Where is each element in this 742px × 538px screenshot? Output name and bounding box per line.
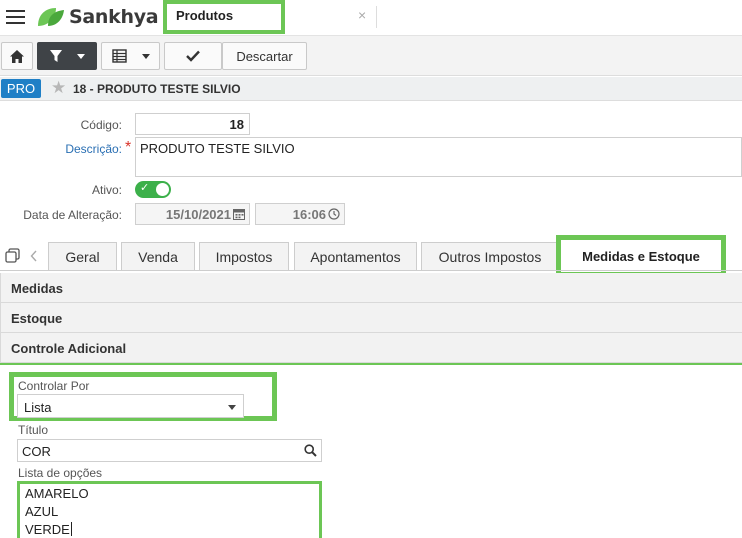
required-mark: * bbox=[125, 139, 132, 156]
discard-label: Descartar bbox=[236, 48, 293, 64]
lista-opcoes-textarea[interactable]: AMARELO AZUL VERDE bbox=[17, 481, 322, 538]
tab-impostos[interactable]: Impostos bbox=[199, 242, 289, 271]
star-icon[interactable]: ★ bbox=[51, 78, 66, 98]
section-controle-adicional[interactable]: Controle Adicional bbox=[0, 333, 742, 363]
section-active-underline bbox=[0, 363, 742, 365]
text-cursor bbox=[70, 522, 72, 536]
tabs-divider bbox=[0, 270, 742, 271]
codigo-value: 18 bbox=[229, 117, 244, 132]
toolbar: Descartar bbox=[0, 36, 742, 76]
codigo-field[interactable]: 18 bbox=[135, 113, 250, 135]
calendar-icon bbox=[233, 209, 245, 220]
ativo-toggle[interactable]: ✓ bbox=[135, 181, 171, 198]
controlar-por-select[interactable]: Lista bbox=[17, 394, 244, 418]
check-icon: ✓ bbox=[140, 182, 150, 194]
copy-icon[interactable] bbox=[5, 248, 20, 263]
descricao-value: PRODUTO TESTE SILVIO bbox=[140, 141, 295, 156]
lista-opcoes-label: Lista de opções bbox=[18, 466, 103, 480]
descricao-field[interactable]: PRODUTO TESTE SILVIO bbox=[135, 137, 742, 177]
section-medidas[interactable]: Medidas bbox=[0, 273, 742, 303]
check-icon bbox=[186, 50, 200, 62]
tab-geral[interactable]: Geral bbox=[48, 242, 117, 271]
discard-button[interactable]: Descartar bbox=[222, 42, 307, 70]
record-title: 18 - PRODUTO TESTE SILVIO bbox=[73, 82, 241, 96]
window-tab-title[interactable]: Produtos bbox=[176, 8, 233, 23]
grid-icon bbox=[111, 49, 127, 63]
home-button[interactable] bbox=[1, 42, 33, 70]
section-estoque[interactable]: Estoque bbox=[0, 303, 742, 333]
section-title: Estoque bbox=[11, 311, 63, 326]
logo-text: Sankhya bbox=[69, 6, 159, 28]
ativo-label: Ativo: bbox=[91, 183, 122, 197]
time-value: 16:06 bbox=[292, 207, 326, 222]
chevron-down-icon bbox=[228, 405, 236, 410]
list-item-with-cursor: VERDE bbox=[25, 522, 72, 537]
logo: Sankhya bbox=[36, 5, 159, 29]
tab-venda[interactable]: Venda bbox=[121, 242, 195, 271]
clock-icon bbox=[328, 208, 340, 220]
search-icon[interactable] bbox=[304, 444, 317, 457]
section-title: Medidas bbox=[11, 281, 64, 296]
titulo-value: COR bbox=[22, 444, 51, 459]
list-item: VERDE bbox=[25, 522, 70, 537]
top-bar: Sankhya Produtos × bbox=[0, 0, 742, 36]
filter-button[interactable] bbox=[37, 42, 97, 70]
toggle-knob bbox=[156, 183, 169, 196]
data-alteracao-time-field: 16:06 bbox=[255, 203, 345, 225]
record-type-badge: PRO bbox=[1, 79, 41, 98]
tab-outros-impostos[interactable]: Outros Impostos bbox=[421, 242, 559, 271]
controlar-por-label: Controlar Por bbox=[18, 379, 90, 393]
date-value: 15/10/2021 bbox=[165, 207, 231, 222]
codigo-label: Código: bbox=[80, 118, 122, 132]
home-icon bbox=[10, 49, 24, 63]
grid-view-button[interactable] bbox=[101, 42, 160, 70]
sankhya-leaf-icon bbox=[38, 8, 64, 26]
menu-icon[interactable] bbox=[6, 10, 25, 24]
close-icon[interactable]: × bbox=[358, 7, 366, 23]
data-alteracao-label: Data de Alteração: bbox=[23, 208, 122, 222]
data-alteracao-date-field: 15/10/2021 bbox=[135, 203, 250, 225]
list-item: AMARELO bbox=[25, 486, 89, 501]
list-item: AZUL bbox=[25, 504, 59, 519]
controlar-por-value: Lista bbox=[24, 400, 52, 415]
chevron-down-icon[interactable] bbox=[141, 53, 150, 59]
titulo-field[interactable]: COR bbox=[17, 439, 322, 462]
tab-separator bbox=[376, 6, 377, 28]
save-button[interactable] bbox=[164, 42, 222, 70]
titulo-label: Título bbox=[18, 423, 49, 437]
chevron-left-icon[interactable] bbox=[30, 250, 38, 262]
section-title: Controle Adicional bbox=[11, 341, 127, 356]
tab-apontamentos[interactable]: Apontamentos bbox=[294, 242, 417, 271]
descricao-label: Descrição: bbox=[65, 142, 122, 156]
filter-icon bbox=[50, 49, 62, 62]
form-tabs: Geral Venda Impostos Apontamentos Outros… bbox=[0, 235, 742, 277]
chevron-down-icon[interactable] bbox=[77, 53, 85, 59]
record-header: PRO ★ 18 - PRODUTO TESTE SILVIO bbox=[0, 77, 742, 101]
